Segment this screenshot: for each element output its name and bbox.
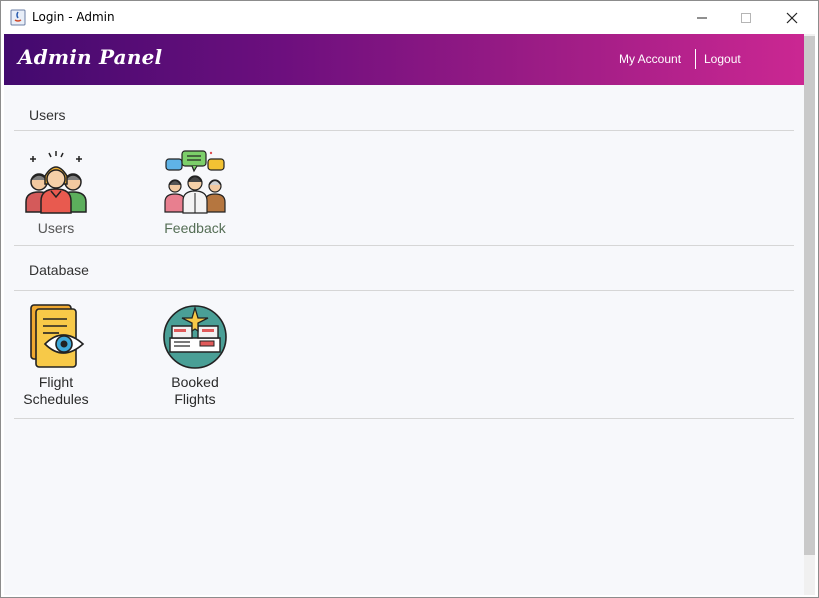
feedback-icon <box>164 150 226 214</box>
app-header: Admin Panel My Account Logout <box>4 34 804 85</box>
section-title-database: Database <box>29 262 89 278</box>
section-divider <box>14 290 794 291</box>
minimize-button[interactable] <box>679 1 725 34</box>
java-app-icon <box>10 9 26 26</box>
flight-schedules-label-line1: Flight <box>38 374 74 390</box>
admin-panel-content: Admin Panel My Account Logout Users User… <box>4 34 804 595</box>
nav-divider <box>695 49 696 69</box>
section-divider <box>14 130 794 131</box>
section-divider <box>14 245 794 246</box>
users-tile-label: Users <box>37 220 75 236</box>
booked-flights-icon <box>163 305 227 369</box>
booked-flights-tile[interactable]: Booked Flights <box>149 304 241 408</box>
feedback-tile[interactable]: Feedback <box>149 150 241 237</box>
close-button[interactable] <box>769 1 815 34</box>
logout-link[interactable]: Logout <box>704 52 741 66</box>
flight-schedules-label-line2: Schedules <box>23 391 89 407</box>
flight-schedules-icon <box>30 304 85 368</box>
feedback-tile-label: Feedback <box>164 220 226 236</box>
app-window: Login - Admin Admin Panel My Account Log… <box>0 0 819 598</box>
title-bar[interactable]: Login - Admin <box>1 1 818 34</box>
vertical-scrollbar[interactable] <box>804 34 815 595</box>
my-account-link[interactable]: My Account <box>619 52 681 66</box>
booked-flights-label-line2: Flights <box>174 391 216 407</box>
brand-title: Admin Panel <box>18 45 163 69</box>
section-divider <box>14 418 794 419</box>
flight-schedules-tile[interactable]: Flight Schedules <box>10 304 102 408</box>
maximize-button[interactable] <box>723 1 769 34</box>
window-title: Login - Admin <box>32 10 115 24</box>
booked-flights-label-line1: Booked <box>171 374 219 390</box>
users-tile[interactable]: Users <box>10 150 102 237</box>
users-group-icon <box>25 151 87 214</box>
section-title-users: Users <box>29 107 66 123</box>
scrollbar-thumb[interactable] <box>804 36 815 555</box>
